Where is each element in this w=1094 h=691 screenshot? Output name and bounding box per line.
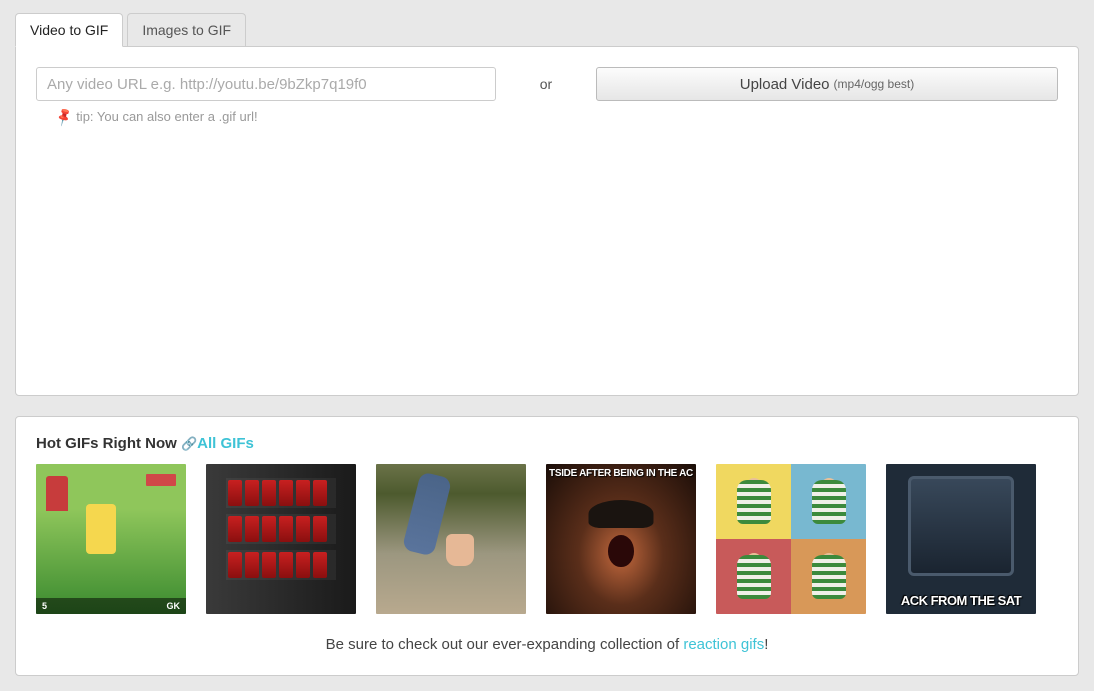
gif-thumbnail[interactable]: TSIDE AFTER BEING IN THE AC <box>546 464 696 614</box>
tabs-row: Video to GIF Images to GIF <box>15 12 1079 46</box>
upload-video-hint: (mp4/ogg best) <box>834 77 915 91</box>
all-gifs-label: All GIFs <box>197 435 254 452</box>
reaction-gifs-link[interactable]: reaction gifs <box>683 636 764 653</box>
upload-video-label: Upload Video <box>740 76 830 93</box>
gif-thumbnail[interactable]: ACK FROM THE SAT <box>886 464 1036 614</box>
gif-thumbnail[interactable] <box>716 464 866 614</box>
tab-images-to-gif[interactable]: Images to GIF <box>127 13 246 47</box>
or-separator: or <box>496 76 596 92</box>
hot-gifs-panel: Hot GIFs Right Now 🔗All GIFs 5 GK TSIDE … <box>15 416 1079 676</box>
footer-lead: Be sure to check out our ever-expanding … <box>326 636 684 653</box>
gif-thumbnail[interactable] <box>206 464 356 614</box>
link-icon: 🔗 <box>181 436 197 451</box>
overlay-text: ACK FROM THE SAT <box>886 593 1036 608</box>
gif-thumbnail[interactable] <box>376 464 526 614</box>
tip-text: 📌tip: You can also enter a .gif url! <box>36 109 1058 125</box>
tab-video-to-gif[interactable]: Video to GIF <box>15 13 123 47</box>
overlay-text: 5 <box>42 601 47 611</box>
upload-video-button[interactable]: Upload Video (mp4/ogg best) <box>596 67 1058 101</box>
input-row: or Upload Video (mp4/ogg best) <box>36 67 1058 101</box>
overlay-text: TSIDE AFTER BEING IN THE AC <box>546 468 696 479</box>
thumbnails-row: 5 GK TSIDE AFTER BEING IN THE AC ACK FRO… <box>36 464 1058 614</box>
overlay-text: GK <box>167 601 181 611</box>
hot-gifs-header: Hot GIFs Right Now 🔗All GIFs <box>36 435 1058 452</box>
pin-icon: 📌 <box>53 106 75 128</box>
footer-line: Be sure to check out our ever-expanding … <box>36 636 1058 653</box>
all-gifs-link[interactable]: 🔗All GIFs <box>181 435 254 452</box>
video-url-input[interactable] <box>36 67 496 101</box>
hot-gifs-title: Hot GIFs Right Now <box>36 435 181 452</box>
gif-thumbnail[interactable]: 5 GK <box>36 464 186 614</box>
main-panel: or Upload Video (mp4/ogg best) 📌tip: You… <box>15 46 1079 396</box>
footer-tail: ! <box>764 636 768 653</box>
tip-label: tip: You can also enter a .gif url! <box>76 109 257 124</box>
